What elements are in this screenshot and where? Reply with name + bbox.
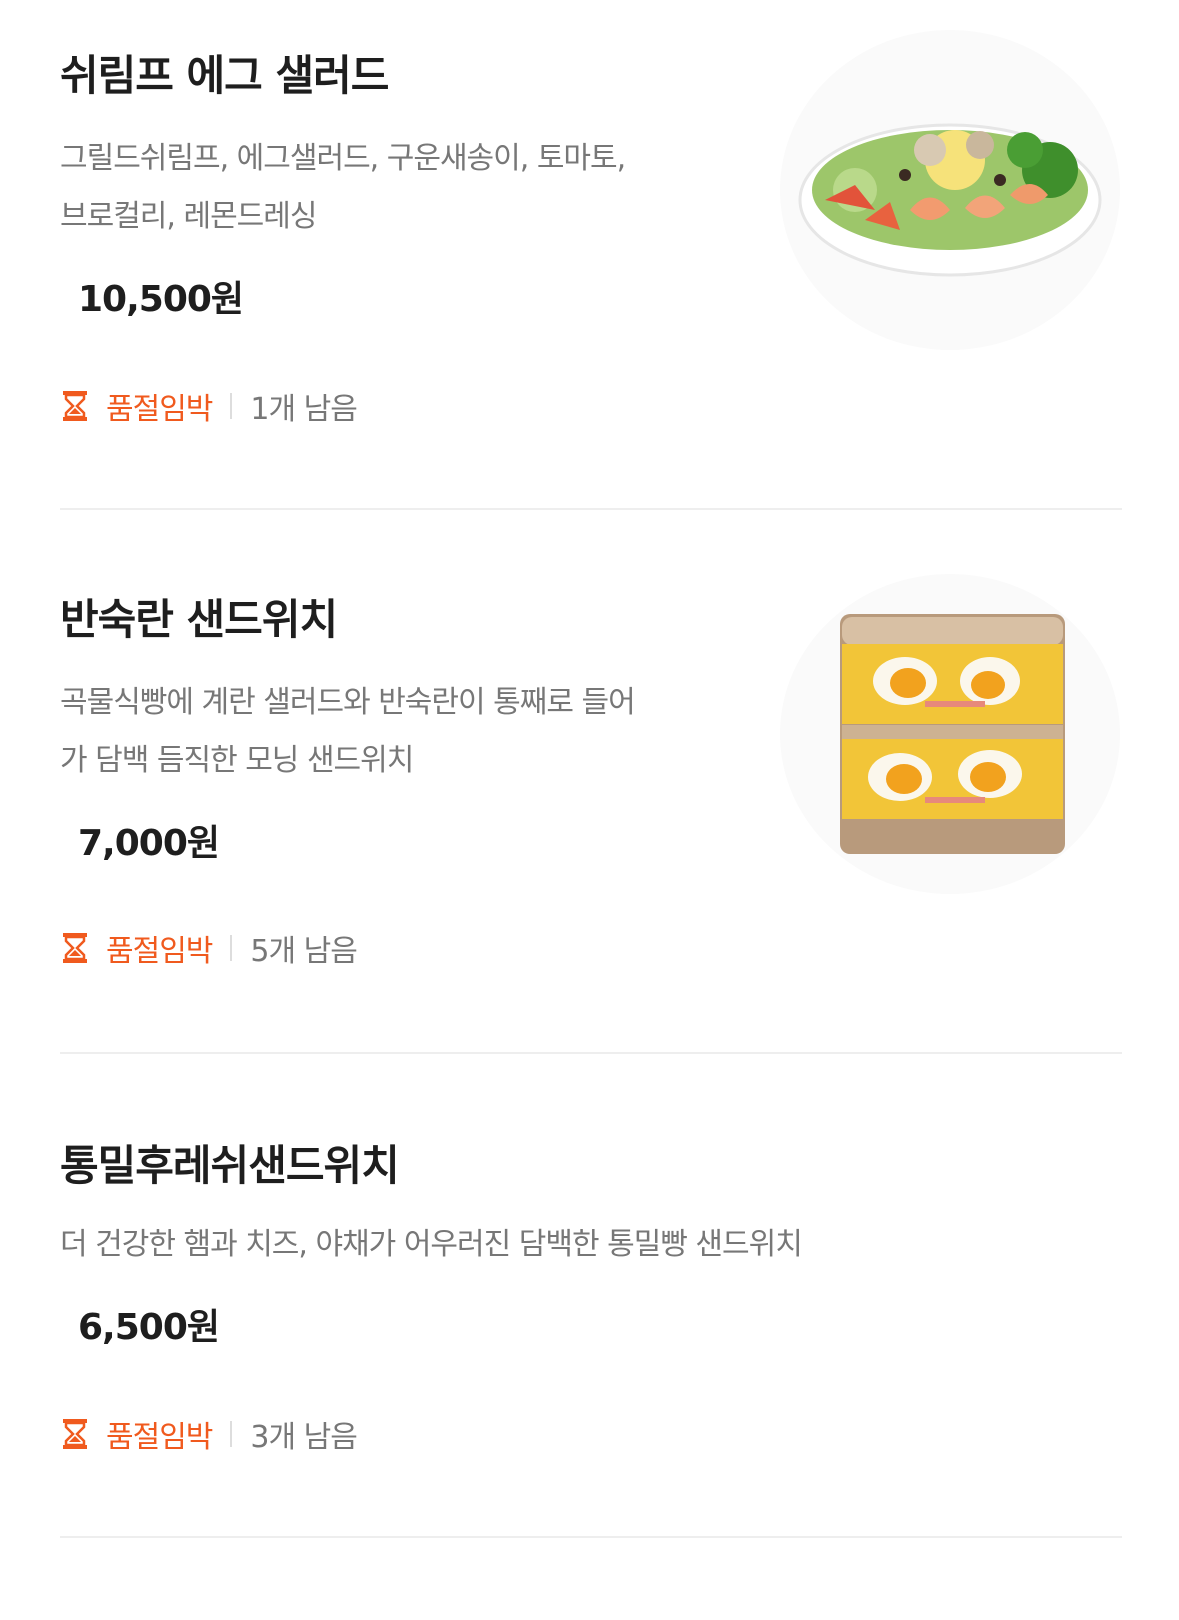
hourglass-icon bbox=[63, 391, 87, 421]
stock-label: 품절임박 bbox=[106, 934, 213, 969]
stock-count: 5개 남음 bbox=[250, 934, 357, 969]
item-image bbox=[780, 574, 1120, 894]
stock-status: 품절임박 3개 남음 bbox=[62, 1414, 358, 1455]
stock-separator bbox=[230, 393, 233, 419]
egg-sandwich-icon bbox=[840, 614, 1065, 854]
item-price: 10,500원 bbox=[78, 279, 244, 320]
stock-separator bbox=[230, 935, 233, 961]
divider bbox=[60, 1536, 1122, 1538]
item-description-line: 더 건강한 햄과 치즈, 야채가 어우러진 담백한 통밀빵 샌드위치 bbox=[60, 1227, 803, 1262]
item-description-line: 가 담백 듬직한 모닝 샌드위치 bbox=[60, 743, 414, 778]
item-description: 더 건강한 햄과 치즈, 야채가 어우러진 담백한 통밀빵 샌드위치 bbox=[60, 1216, 960, 1274]
stock-label: 품절임박 bbox=[106, 392, 213, 427]
divider bbox=[60, 508, 1122, 510]
hourglass-icon bbox=[63, 933, 87, 963]
item-name: 반숙란 샌드위치 bbox=[60, 595, 338, 644]
hourglass-icon bbox=[63, 1419, 87, 1449]
menu-item-shrimp-egg-salad[interactable]: 쉬림프 에그 샐러드 그릴드쉬림프, 에그샐러드, 구운새송이, 토마토, 브로… bbox=[0, 0, 1179, 510]
item-price: 6,500원 bbox=[78, 1307, 220, 1348]
stock-count: 1개 남음 bbox=[250, 392, 357, 427]
stock-label: 품절임박 bbox=[106, 1420, 213, 1455]
item-description-line: 그릴드쉬림프, 에그샐러드, 구운새송이, 토마토, bbox=[60, 141, 626, 176]
item-description-line: 브로컬리, 레몬드레싱 bbox=[60, 199, 317, 234]
divider bbox=[60, 1052, 1122, 1054]
item-description-line: 곡물식빵에 계란 샐러드와 반숙란이 통째로 들어 bbox=[60, 685, 636, 720]
stock-status: 품절임박 1개 남음 bbox=[62, 386, 358, 427]
item-name: 통밀후레쉬샌드위치 bbox=[60, 1141, 400, 1190]
item-image bbox=[780, 30, 1120, 350]
salad-bowl-icon bbox=[798, 123, 1102, 277]
stock-status: 품절임박 5개 남음 bbox=[62, 928, 358, 969]
item-description: 곡물식빵에 계란 샐러드와 반숙란이 통째로 들어 가 담백 듬직한 모닝 샌드… bbox=[60, 674, 720, 790]
item-name: 쉬림프 에그 샐러드 bbox=[60, 51, 389, 100]
stock-count: 3개 남음 bbox=[250, 1420, 357, 1455]
menu-list: 쉬림프 에그 샐러드 그릴드쉬림프, 에그샐러드, 구운새송이, 토마토, 브로… bbox=[0, 0, 1179, 1620]
menu-item-whole-wheat-fresh-sandwich[interactable]: 통밀후레쉬샌드위치 더 건강한 햄과 치즈, 야채가 어우러진 담백한 통밀빵 … bbox=[0, 1056, 1179, 1536]
item-price: 7,000원 bbox=[78, 823, 220, 864]
menu-item-soft-boiled-egg-sandwich[interactable]: 반숙란 샌드위치 곡물식빵에 계란 샐러드와 반숙란이 통째로 들어 가 담백 … bbox=[0, 512, 1179, 1052]
item-description: 그릴드쉬림프, 에그샐러드, 구운새송이, 토마토, 브로컬리, 레몬드레싱 bbox=[60, 130, 720, 246]
stock-separator bbox=[230, 1421, 233, 1447]
